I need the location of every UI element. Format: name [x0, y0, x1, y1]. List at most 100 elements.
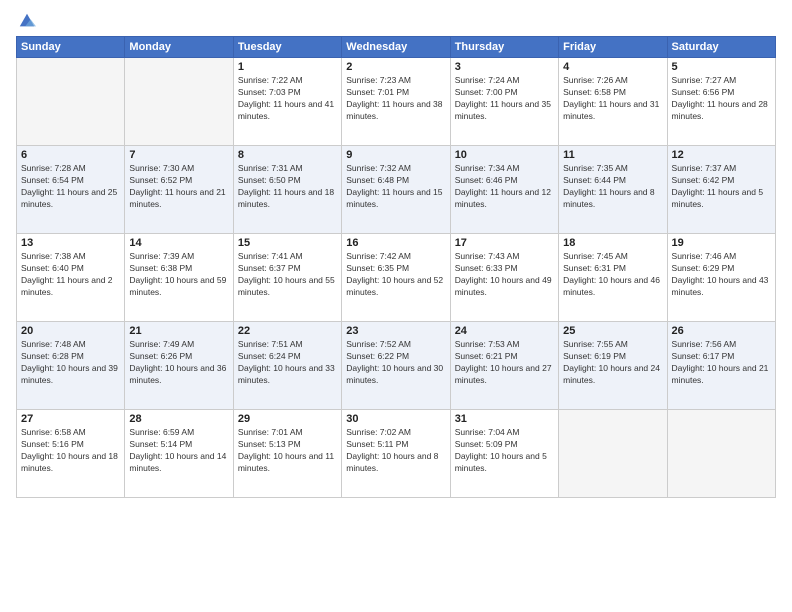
day-info: Sunrise: 7:38 AMSunset: 6:40 PMDaylight:… [21, 251, 120, 299]
calendar-header-tuesday: Tuesday [233, 37, 341, 58]
calendar-header-thursday: Thursday [450, 37, 558, 58]
day-info: Sunrise: 6:59 AMSunset: 5:14 PMDaylight:… [129, 427, 228, 475]
day-info: Sunrise: 7:28 AMSunset: 6:54 PMDaylight:… [21, 163, 120, 211]
calendar-cell: 29 Sunrise: 7:01 AMSunset: 5:13 PMDayligh… [233, 410, 341, 498]
day-info: Sunrise: 7:02 AMSunset: 5:11 PMDaylight:… [346, 427, 445, 475]
calendar-header-monday: Monday [125, 37, 233, 58]
calendar-cell: 9 Sunrise: 7:32 AMSunset: 6:48 PMDaylight… [342, 146, 450, 234]
day-number: 4 [563, 61, 662, 73]
day-info: Sunrise: 7:22 AMSunset: 7:03 PMDaylight:… [238, 75, 337, 123]
calendar-header-wednesday: Wednesday [342, 37, 450, 58]
day-number: 17 [455, 237, 554, 249]
day-number: 31 [455, 413, 554, 425]
calendar-cell: 14 Sunrise: 7:39 AMSunset: 6:38 PMDayligh… [125, 234, 233, 322]
day-number: 19 [672, 237, 771, 249]
day-number: 12 [672, 149, 771, 161]
day-number: 18 [563, 237, 662, 249]
day-number: 1 [238, 61, 337, 73]
day-info: Sunrise: 7:51 AMSunset: 6:24 PMDaylight:… [238, 339, 337, 387]
day-number: 28 [129, 413, 228, 425]
calendar-cell: 12Sunrise: 7:37 AMSunset: 6:42 PMDayligh… [667, 146, 775, 234]
day-info: Sunrise: 7:26 AMSunset: 6:58 PMDaylight:… [563, 75, 662, 123]
calendar-cell: 31 Sunrise: 7:04 AMSunset: 5:09 PMDayligh… [450, 410, 558, 498]
calendar-cell: 16Sunrise: 7:42 AMSunset: 6:35 PMDayligh… [342, 234, 450, 322]
calendar-cell [125, 58, 233, 146]
day-info: Sunrise: 7:34 AMSunset: 6:46 PMDaylight:… [455, 163, 554, 211]
day-info: Sunrise: 7:49 AMSunset: 6:26 PMDaylight:… [129, 339, 228, 387]
day-number: 9 [346, 149, 445, 161]
day-number: 2 [346, 61, 445, 73]
day-info: Sunrise: 7:39 AMSunset: 6:38 PMDaylight:… [129, 251, 228, 299]
day-number: 11 [563, 149, 662, 161]
day-number: 20 [21, 325, 120, 337]
day-info: Sunrise: 7:23 AMSunset: 7:01 PMDaylight:… [346, 75, 445, 123]
calendar-cell: 7Sunrise: 7:30 AMSunset: 6:52 PMDaylight… [125, 146, 233, 234]
calendar-cell: 18 Sunrise: 7:45 AMSunset: 6:31 PMDayligh… [559, 234, 667, 322]
calendar-cell: 13 Sunrise: 7:38 AMSunset: 6:40 PMDayligh… [17, 234, 125, 322]
day-number: 10 [455, 149, 554, 161]
calendar-header-sunday: Sunday [17, 37, 125, 58]
calendar-cell: 21Sunrise: 7:49 AMSunset: 6:26 PMDayligh… [125, 322, 233, 410]
day-info: Sunrise: 7:27 AMSunset: 6:56 PMDaylight:… [672, 75, 771, 123]
calendar-header-friday: Friday [559, 37, 667, 58]
day-number: 22 [238, 325, 337, 337]
day-number: 29 [238, 413, 337, 425]
calendar-week-row: 1 Sunrise: 7:22 AMSunset: 7:03 PMDaylight… [17, 58, 776, 146]
day-number: 16 [346, 237, 445, 249]
day-number: 15 [238, 237, 337, 249]
calendar-week-row: 6 Sunrise: 7:28 AMSunset: 6:54 PMDaylight… [17, 146, 776, 234]
day-number: 13 [21, 237, 120, 249]
calendar-cell: 1 Sunrise: 7:22 AMSunset: 7:03 PMDaylight… [233, 58, 341, 146]
calendar-table: SundayMondayTuesdayWednesdayThursdayFrid… [16, 36, 776, 498]
calendar-cell: 6 Sunrise: 7:28 AMSunset: 6:54 PMDaylight… [17, 146, 125, 234]
day-number: 30 [346, 413, 445, 425]
day-number: 5 [672, 61, 771, 73]
calendar-cell: 26 Sunrise: 7:56 AMSunset: 6:17 PMDayligh… [667, 322, 775, 410]
page: SundayMondayTuesdayWednesdayThursdayFrid… [0, 0, 792, 612]
calendar-cell: 2 Sunrise: 7:23 AMSunset: 7:01 PMDaylight… [342, 58, 450, 146]
header [16, 12, 776, 30]
day-number: 3 [455, 61, 554, 73]
day-info: Sunrise: 7:35 AMSunset: 6:44 PMDaylight:… [563, 163, 662, 211]
day-number: 23 [346, 325, 445, 337]
calendar-header-saturday: Saturday [667, 37, 775, 58]
calendar-cell: 28 Sunrise: 6:59 AMSunset: 5:14 PMDayligh… [125, 410, 233, 498]
calendar-cell [559, 410, 667, 498]
logo [16, 12, 36, 30]
calendar-cell: 25 Sunrise: 7:55 AMSunset: 6:19 PMDayligh… [559, 322, 667, 410]
calendar-week-row: 13 Sunrise: 7:38 AMSunset: 6:40 PMDayligh… [17, 234, 776, 322]
day-info: Sunrise: 7:56 AMSunset: 6:17 PMDaylight:… [672, 339, 771, 387]
day-number: 6 [21, 149, 120, 161]
day-number: 24 [455, 325, 554, 337]
calendar-cell: 23Sunrise: 7:52 AMSunset: 6:22 PMDayligh… [342, 322, 450, 410]
calendar-cell: 5 Sunrise: 7:27 AMSunset: 6:56 PMDaylight… [667, 58, 775, 146]
logo-icon [18, 12, 36, 30]
calendar-cell: 20 Sunrise: 7:48 AMSunset: 6:28 PMDayligh… [17, 322, 125, 410]
day-number: 26 [672, 325, 771, 337]
day-info: Sunrise: 7:04 AMSunset: 5:09 PMDaylight:… [455, 427, 554, 475]
calendar-cell: 27Sunrise: 6:58 AMSunset: 5:16 PMDayligh… [17, 410, 125, 498]
day-info: Sunrise: 7:46 AMSunset: 6:29 PMDaylight:… [672, 251, 771, 299]
day-info: Sunrise: 7:41 AMSunset: 6:37 PMDaylight:… [238, 251, 337, 299]
day-info: Sunrise: 7:53 AMSunset: 6:21 PMDaylight:… [455, 339, 554, 387]
calendar-header-row: SundayMondayTuesdayWednesdayThursdayFrid… [17, 37, 776, 58]
day-info: Sunrise: 7:24 AMSunset: 7:00 PMDaylight:… [455, 75, 554, 123]
day-info: Sunrise: 7:55 AMSunset: 6:19 PMDaylight:… [563, 339, 662, 387]
calendar-cell: 22 Sunrise: 7:51 AMSunset: 6:24 PMDayligh… [233, 322, 341, 410]
calendar-cell: 10 Sunrise: 7:34 AMSunset: 6:46 PMDayligh… [450, 146, 558, 234]
calendar-cell: 3 Sunrise: 7:24 AMSunset: 7:00 PMDaylight… [450, 58, 558, 146]
calendar-cell [17, 58, 125, 146]
calendar-cell: 17 Sunrise: 7:43 AMSunset: 6:33 PMDayligh… [450, 234, 558, 322]
day-info: Sunrise: 7:30 AMSunset: 6:52 PMDaylight:… [129, 163, 228, 211]
day-info: Sunrise: 7:01 AMSunset: 5:13 PMDaylight:… [238, 427, 337, 475]
calendar-cell: 4 Sunrise: 7:26 AMSunset: 6:58 PMDaylight… [559, 58, 667, 146]
day-info: Sunrise: 7:43 AMSunset: 6:33 PMDaylight:… [455, 251, 554, 299]
day-number: 25 [563, 325, 662, 337]
day-info: Sunrise: 7:45 AMSunset: 6:31 PMDaylight:… [563, 251, 662, 299]
day-info: Sunrise: 7:32 AMSunset: 6:48 PMDaylight:… [346, 163, 445, 211]
calendar-week-row: 20 Sunrise: 7:48 AMSunset: 6:28 PMDayligh… [17, 322, 776, 410]
calendar-cell: 24 Sunrise: 7:53 AMSunset: 6:21 PMDayligh… [450, 322, 558, 410]
day-number: 8 [238, 149, 337, 161]
day-info: Sunrise: 7:48 AMSunset: 6:28 PMDaylight:… [21, 339, 120, 387]
day-number: 14 [129, 237, 228, 249]
